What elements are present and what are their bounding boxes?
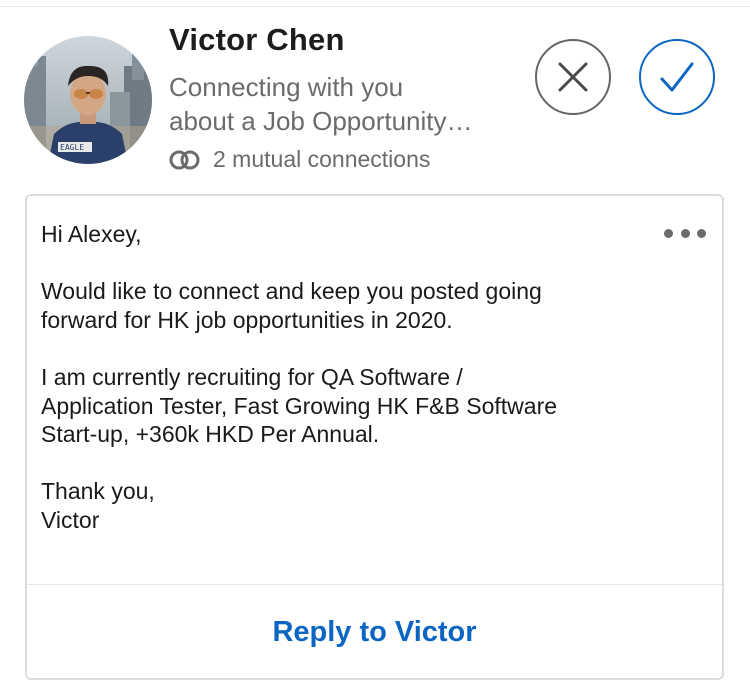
message-line: I am currently recruiting for QA Softwar… [41, 363, 463, 390]
message-line: forward for HK job opportunities in 2020… [41, 306, 453, 333]
message-line: Victor [41, 506, 100, 533]
message-line [41, 449, 661, 478]
mutual-connections[interactable]: 2 mutual connections [169, 146, 430, 173]
ignore-button[interactable] [535, 39, 611, 115]
message-line: Application Tester, Fast Growing HK F&B … [41, 392, 558, 419]
dot [664, 228, 673, 238]
message-line [41, 334, 661, 363]
close-icon [558, 62, 588, 92]
message-card: Hi Alexey, Would like to connect and kee… [25, 194, 724, 680]
message-line: Hi Alexey, [41, 221, 142, 247]
checkmark-icon [660, 62, 694, 92]
avatar-shirt-text: EAGLE [60, 143, 84, 152]
mutual-connections-label: 2 mutual connections [213, 146, 431, 172]
message-line: Thank you, [41, 478, 155, 505]
message-body: Hi Alexey, Would like to connect and kee… [41, 220, 661, 535]
message-line [41, 249, 661, 278]
mutual-connections-icon [169, 149, 201, 171]
message-line: Start-up, +360k HKD Per Annual. [41, 421, 380, 448]
dot [697, 228, 706, 238]
sender-headline: Connecting with you about a Job Opportun… [169, 70, 529, 138]
message-line: Would like to connect and keep you poste… [41, 278, 542, 305]
accept-button[interactable] [639, 39, 715, 115]
reply-button[interactable]: Reply to Victor [27, 585, 722, 680]
dot [680, 228, 690, 238]
avatar-photo: EAGLE [24, 36, 152, 164]
more-options-icon[interactable] [664, 226, 706, 240]
headline-line: Connecting with you [169, 72, 404, 102]
avatar[interactable]: EAGLE [24, 36, 152, 164]
sender-name[interactable]: Victor Chen [169, 22, 345, 58]
top-divider [0, 0, 750, 7]
headline-line: about a Job Opportunity… [169, 106, 473, 136]
